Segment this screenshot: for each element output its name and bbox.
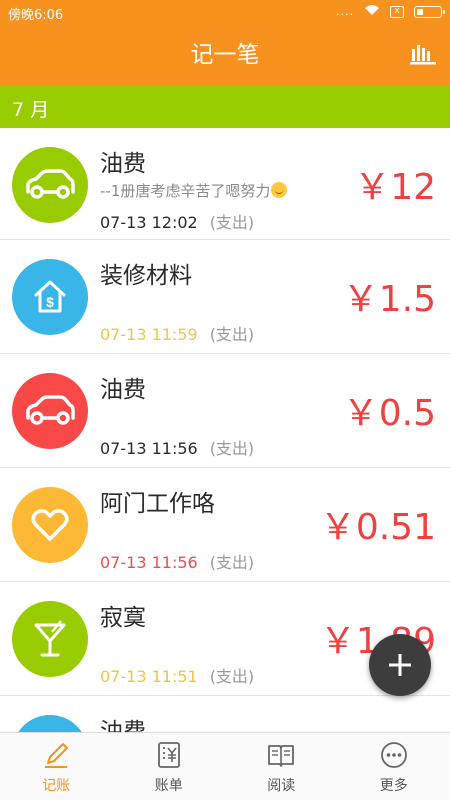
entry-time: 07-13 11:59 (支出)	[100, 321, 254, 345]
svg-text:$: $	[46, 294, 54, 310]
entry-amount: ￥12	[354, 167, 436, 208]
car-icon	[12, 373, 88, 449]
nav-item-read[interactable]: 阅读	[225, 733, 338, 800]
page-title: 记一笔	[190, 42, 260, 68]
nav-label: 账单	[154, 778, 183, 794]
month-label: 7 月	[12, 99, 50, 121]
nav-label: 记账	[42, 778, 71, 794]
add-entry-button[interactable]	[369, 634, 431, 696]
signal-icon: ....	[336, 5, 354, 18]
plus-icon	[389, 654, 411, 676]
list-item[interactable]: $ 装修材料 07-13 11:59 (支出) ￥1.5	[0, 240, 450, 354]
entry-type: (支出)	[209, 325, 255, 344]
app-bar: 记一笔	[0, 24, 450, 86]
entry-time: 07-13 11:51 (支出)	[100, 663, 254, 687]
cocktail-icon	[12, 601, 88, 677]
car-icon	[12, 715, 88, 732]
entry-title: 油费	[100, 151, 146, 177]
smile-emoji-icon	[271, 182, 288, 198]
book-icon	[268, 745, 295, 767]
list-item[interactable]: 油费	[0, 696, 450, 732]
wifi-icon	[364, 4, 380, 19]
entry-time: 07-13 11:56 (支出)	[100, 435, 254, 459]
bar-chart-icon[interactable]	[410, 43, 436, 65]
status-icons: .... x	[336, 4, 445, 19]
entry-date: 07-13 11:56	[100, 553, 198, 572]
entry-amount: ￥1.5	[342, 279, 436, 320]
entry-title: 油费	[100, 719, 146, 732]
bottom-nav: 记账 账单 阅读 更多	[0, 732, 450, 800]
status-time: 傍晚6:06	[8, 8, 64, 23]
month-header: 7 月	[0, 86, 450, 128]
house-dollar-icon: $	[12, 259, 88, 335]
entry-type: (支出)	[209, 213, 255, 232]
entry-note: --1册唐考虑辛苦了嗯努力	[100, 180, 288, 201]
status-bar: 傍晚6:06 .... x	[0, 0, 450, 24]
nav-item-bill[interactable]: 账单	[113, 733, 226, 800]
more-icon	[380, 742, 407, 768]
entry-type: (支出)	[209, 667, 255, 686]
entry-amount: ￥0.51	[319, 507, 436, 548]
sim-icon: x	[390, 5, 404, 18]
heart-icon	[12, 487, 88, 563]
bill-icon	[157, 742, 180, 768]
nav-label: 更多	[379, 778, 408, 794]
entry-date: 07-13 11:56	[100, 439, 198, 458]
nav-item-more[interactable]: 更多	[338, 733, 450, 800]
entry-title: 寂寞	[100, 605, 146, 631]
nav-item-record[interactable]: 记账	[0, 733, 113, 800]
entry-type: (支出)	[209, 553, 255, 572]
list-item[interactable]: 油费 07-13 11:56 (支出) ￥0.5	[0, 354, 450, 468]
car-icon	[12, 147, 88, 223]
entry-title: 装修材料	[100, 263, 192, 289]
pen-icon	[45, 743, 69, 768]
entry-type: (支出)	[209, 439, 255, 458]
entry-title: 油费	[100, 377, 146, 403]
battery-icon	[414, 5, 445, 18]
entry-title: 阿门工作咯	[100, 491, 215, 517]
entry-amount: ￥0.5	[342, 393, 436, 434]
entry-date: 07-13 12:02	[100, 213, 198, 232]
entry-date: 07-13 11:59	[100, 325, 198, 344]
nav-label: 阅读	[267, 778, 296, 794]
entry-time: 07-13 12:02 (支出)	[100, 209, 254, 233]
entry-date: 07-13 11:51	[100, 667, 198, 686]
entry-time: 07-13 11:56 (支出)	[100, 549, 254, 573]
list-item[interactable]: 阿门工作咯 07-13 11:56 (支出) ￥0.51	[0, 468, 450, 582]
list-item[interactable]: 油费 --1册唐考虑辛苦了嗯努力 07-13 12:02 (支出) ￥12	[0, 128, 450, 240]
